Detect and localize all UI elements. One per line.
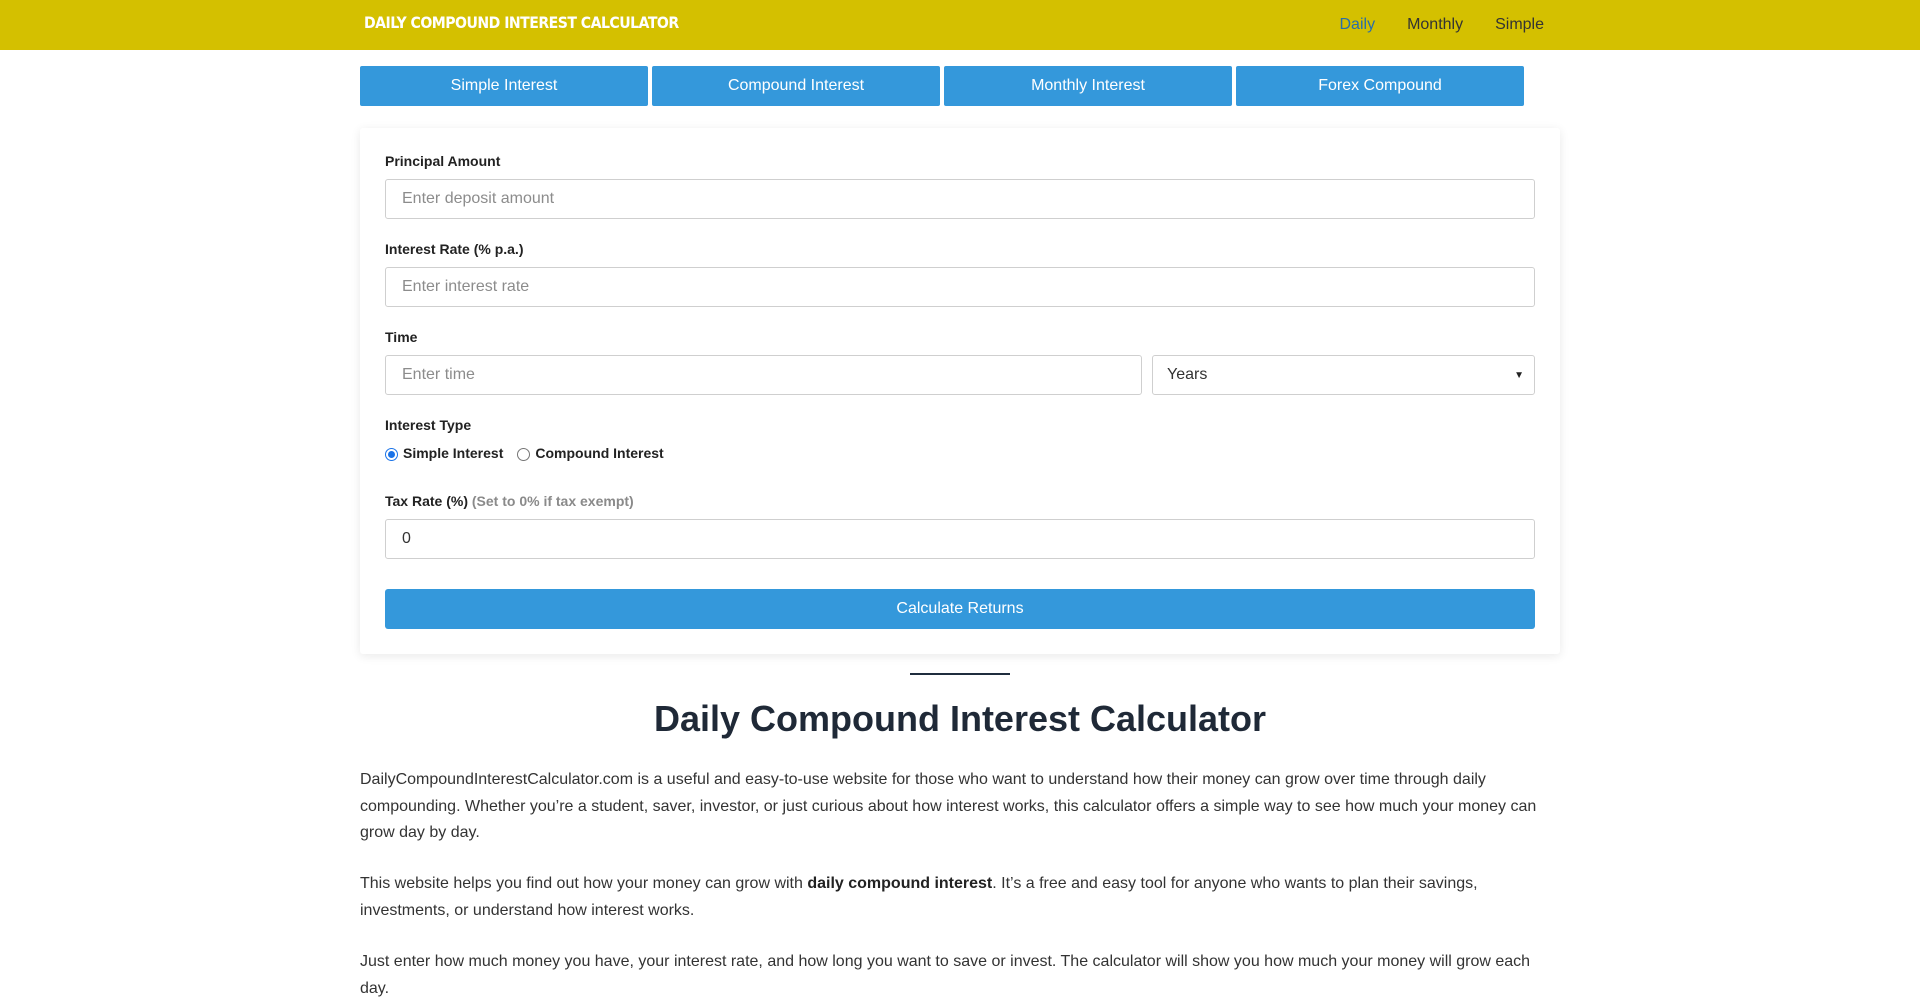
calculate-returns-button[interactable]: Calculate Returns bbox=[385, 589, 1535, 629]
tab-compound-interest[interactable]: Compound Interest bbox=[652, 66, 940, 106]
interest-rate-input[interactable]: Enter interest rate bbox=[385, 267, 1535, 307]
description-paragraph: This website helps you find out how your… bbox=[360, 871, 1560, 924]
section-divider bbox=[910, 673, 1010, 675]
nav-link-daily[interactable]: Daily bbox=[1340, 16, 1376, 34]
top-nav-bar: DAILY COMPOUND INTEREST CALCULATOR Daily… bbox=[0, 0, 1920, 50]
principal-label: Principal Amount bbox=[385, 153, 501, 169]
chevron-down-icon: ▼ bbox=[1514, 369, 1524, 381]
description-text-start: This website helps you find out how your… bbox=[360, 875, 808, 892]
tax-rate-value: 0 bbox=[402, 530, 411, 547]
principal-placeholder: Enter deposit amount bbox=[402, 190, 555, 207]
interest-rate-label: Interest Rate (% p.a.) bbox=[385, 241, 524, 257]
principal-input[interactable]: Enter deposit amount bbox=[385, 179, 1535, 219]
time-input[interactable]: Enter time bbox=[385, 355, 1142, 395]
time-placeholder: Enter time bbox=[402, 366, 475, 383]
nav-link-monthly[interactable]: Monthly bbox=[1407, 16, 1463, 34]
site-logo[interactable]: DAILY COMPOUND INTEREST CALCULATOR bbox=[364, 13, 679, 32]
simple-interest-radio[interactable] bbox=[385, 448, 398, 461]
tab-simple-interest[interactable]: Simple Interest bbox=[360, 66, 648, 106]
compound-interest-radio[interactable] bbox=[517, 448, 531, 461]
time-unit-select[interactable]: Years ▼ bbox=[1152, 355, 1535, 395]
description-bold-text: daily compound interest bbox=[807, 875, 993, 892]
tax-rate-input[interactable]: 0 bbox=[385, 519, 1535, 559]
time-label: Time bbox=[385, 329, 418, 345]
main-nav: Daily Monthly Simple bbox=[1340, 0, 1545, 50]
page-title: Daily Compound Interest Calculator bbox=[653, 698, 1267, 739]
time-unit-value: Years bbox=[1167, 366, 1208, 383]
calculator-card: Principal Amount Enter deposit amount In… bbox=[360, 128, 1560, 654]
interest-rate-placeholder: Enter interest rate bbox=[402, 278, 530, 295]
tab-monthly-interest[interactable]: Monthly Interest bbox=[944, 66, 1232, 106]
tax-rate-hint: (Set to 0% if tax exempt) bbox=[471, 493, 634, 509]
intro-paragraph: DailyCompoundInterestCalculator.com is a… bbox=[360, 771, 1537, 841]
interest-type-group: Simple Interest Compound Interest bbox=[385, 444, 678, 461]
simple-interest-radio-label[interactable]: Simple Interest bbox=[403, 445, 503, 461]
interest-type-label: Interest Type bbox=[385, 417, 472, 433]
tax-rate-label: Tax Rate (%) (Set to 0% if tax exempt) bbox=[385, 493, 634, 509]
instructions-paragraph: Just enter how much money you have, your… bbox=[360, 953, 1531, 997]
compound-interest-radio-label[interactable]: Compound Interest bbox=[535, 445, 663, 461]
nav-link-simple[interactable]: Simple bbox=[1495, 16, 1544, 34]
tab-forex-compound[interactable]: Forex Compound bbox=[1236, 66, 1524, 106]
tax-rate-label-text: Tax Rate (%) bbox=[385, 493, 468, 509]
calculator-tabs: Simple Interest Compound Interest Monthl… bbox=[360, 66, 1524, 106]
